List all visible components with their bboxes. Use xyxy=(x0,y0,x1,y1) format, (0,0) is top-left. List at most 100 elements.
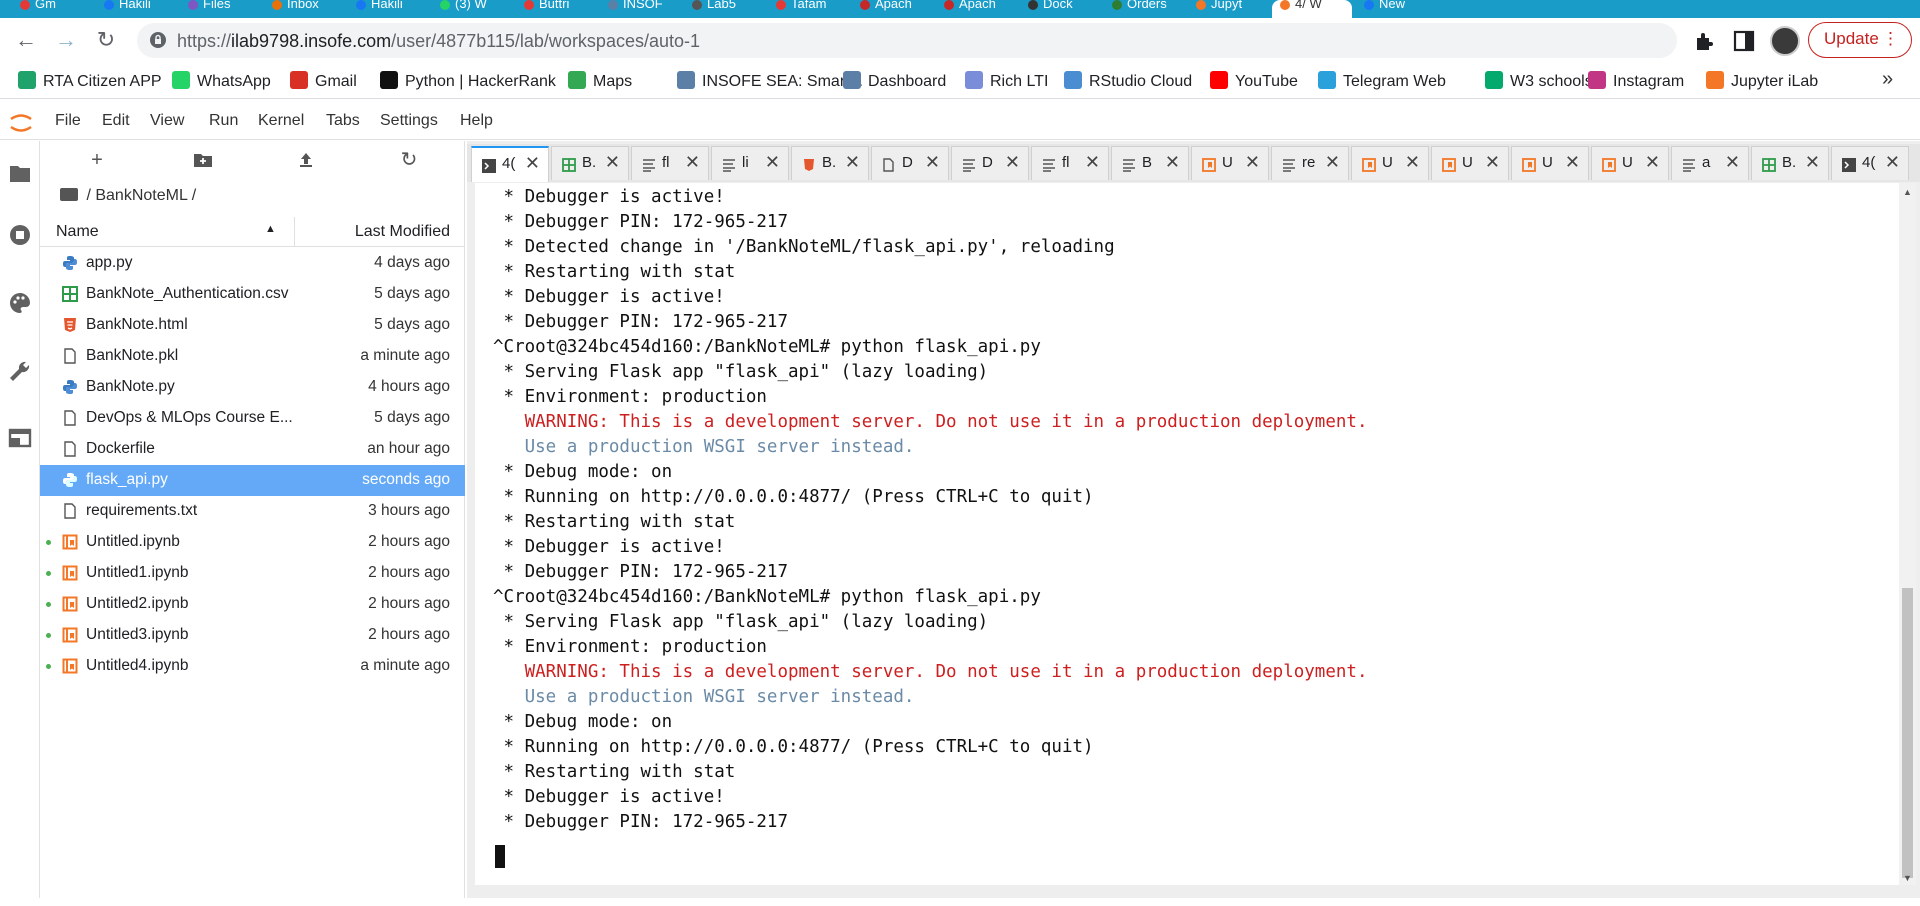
browser-tab[interactable]: Apach xyxy=(852,0,932,18)
palette-icon[interactable] xyxy=(8,291,32,315)
document-tab[interactable]: U ✕ xyxy=(1351,146,1429,180)
more-bookmarks-icon[interactable]: » xyxy=(1882,68,1893,91)
new-launcher-button[interactable]: + xyxy=(86,149,108,171)
document-tab[interactable]: B ✕ xyxy=(1111,146,1189,180)
close-icon[interactable]: ✕ xyxy=(1565,152,1580,173)
back-button[interactable]: ← xyxy=(12,26,40,54)
document-tab[interactable]: re ✕ xyxy=(1271,146,1349,180)
document-tab[interactable]: B. ✕ xyxy=(791,146,869,180)
browser-tab[interactable]: Buttri xyxy=(516,0,596,18)
document-tab[interactable]: B. ✕ xyxy=(1751,146,1829,180)
last-modified-column-header[interactable]: Last Modified xyxy=(355,223,450,241)
file-row[interactable]: Untitled2.ipynb 2 hours ago xyxy=(40,589,465,620)
bookmark-item[interactable]: Instagram xyxy=(1588,71,1684,91)
close-icon[interactable]: ✕ xyxy=(1245,152,1260,173)
close-icon[interactable]: ✕ xyxy=(845,152,860,173)
close-icon[interactable]: ✕ xyxy=(925,152,940,173)
file-row[interactable]: Untitled4.ipynb a minute ago xyxy=(40,651,465,682)
document-tab[interactable]: U ✕ xyxy=(1191,146,1269,180)
close-icon[interactable]: ✕ xyxy=(1725,152,1740,173)
file-row[interactable]: BankNote.pkl a minute ago xyxy=(40,341,465,372)
bookmark-item[interactable]: Rich LTI xyxy=(965,71,1048,91)
browser-tab[interactable]: Apach xyxy=(936,0,1016,18)
bookmark-item[interactable]: INSOFE SEA: Smart... xyxy=(677,71,863,91)
browser-tab[interactable]: (3) W xyxy=(432,0,512,18)
menu-settings[interactable]: Settings xyxy=(380,112,438,130)
close-icon[interactable]: ✕ xyxy=(765,152,780,173)
file-row[interactable]: BankNote.html 5 days ago xyxy=(40,310,465,341)
extensions-icon[interactable] xyxy=(1693,29,1717,53)
browser-tab[interactable]: Dock xyxy=(1020,0,1100,18)
bookmark-item[interactable]: RStudio Cloud xyxy=(1064,71,1192,91)
browser-tab[interactable]: Files xyxy=(180,0,260,18)
document-tab[interactable]: B. ✕ xyxy=(551,146,629,180)
close-icon[interactable]: ✕ xyxy=(1085,152,1100,173)
name-column-header[interactable]: Name xyxy=(56,223,99,241)
menu-file[interactable]: File xyxy=(55,112,81,130)
close-icon[interactable]: ✕ xyxy=(685,152,700,173)
menu-tabs[interactable]: Tabs xyxy=(326,112,360,130)
file-row[interactable]: flask_api.py seconds ago xyxy=(40,465,465,496)
browser-tab[interactable]: Gm xyxy=(12,0,92,18)
browser-tab[interactable]: Lab5 xyxy=(684,0,764,18)
document-tab[interactable]: li ✕ xyxy=(711,146,789,180)
bookmark-item[interactable]: YouTube xyxy=(1210,71,1298,91)
update-button[interactable]: Update ⋮ xyxy=(1808,22,1912,58)
bookmark-item[interactable]: Python | HackerRank xyxy=(380,71,556,91)
close-icon[interactable]: ✕ xyxy=(605,152,620,173)
document-tab[interactable]: 4(✕ xyxy=(471,146,549,182)
tabs-panel-icon[interactable] xyxy=(8,426,32,450)
browser-tab[interactable]: Orders xyxy=(1104,0,1184,18)
close-icon[interactable]: ✕ xyxy=(1325,152,1340,173)
document-tab[interactable]: U ✕ xyxy=(1511,146,1589,180)
profile-avatar[interactable] xyxy=(1770,26,1800,56)
close-icon[interactable]: ✕ xyxy=(1885,152,1900,173)
file-row[interactable]: DevOps & MLOps Course E... 5 days ago xyxy=(40,403,465,434)
browser-tab[interactable]: 4/ W xyxy=(1272,0,1352,18)
browser-tab[interactable]: New xyxy=(1356,0,1436,18)
file-browser-icon[interactable] xyxy=(8,161,32,185)
new-folder-icon[interactable] xyxy=(192,149,214,171)
close-icon[interactable]: ✕ xyxy=(525,153,540,174)
document-tab[interactable]: U ✕ xyxy=(1591,146,1669,180)
file-row[interactable]: Dockerfile an hour ago xyxy=(40,434,465,465)
browser-tab[interactable]: INSOF xyxy=(600,0,680,18)
close-icon[interactable]: ✕ xyxy=(1805,152,1820,173)
menu-edit[interactable]: Edit xyxy=(102,112,130,130)
address-bar[interactable]: https://ilab9798.insofe.com/user/4877b11… xyxy=(137,23,1677,58)
document-tab[interactable]: U ✕ xyxy=(1431,146,1509,180)
bookmark-item[interactable]: Gmail xyxy=(290,71,357,91)
close-icon[interactable]: ✕ xyxy=(1165,152,1180,173)
forward-button[interactable]: → xyxy=(52,26,80,54)
reload-button[interactable]: ↻ xyxy=(92,26,120,54)
menu-kernel[interactable]: Kernel xyxy=(258,112,304,130)
menu-help[interactable]: Help xyxy=(460,112,493,130)
document-tab[interactable]: D ✕ xyxy=(871,146,949,180)
wrench-icon[interactable] xyxy=(8,359,32,383)
document-tab[interactable]: fl ✕ xyxy=(631,146,709,180)
browser-tab[interactable]: Inbox xyxy=(264,0,344,18)
upload-icon[interactable] xyxy=(295,149,317,171)
document-tab[interactable]: a ✕ xyxy=(1671,146,1749,180)
bookmark-item[interactable]: Dashboard xyxy=(843,71,946,91)
bookmark-item[interactable]: Maps xyxy=(568,71,632,91)
bookmark-item[interactable]: Jupyter iLab xyxy=(1706,71,1818,91)
file-row[interactable]: BankNote_Authentication.csv 5 days ago xyxy=(40,279,465,310)
side-panel-icon[interactable] xyxy=(1732,29,1756,53)
browser-tab[interactable]: Hakili xyxy=(348,0,428,18)
menu-view[interactable]: View xyxy=(150,112,184,130)
terminal-scrollbar[interactable]: ▲ ▼ xyxy=(1899,183,1916,885)
close-icon[interactable]: ✕ xyxy=(1005,152,1020,173)
file-row[interactable]: Untitled3.ipynb 2 hours ago xyxy=(40,620,465,651)
file-row[interactable]: Untitled.ipynb 2 hours ago xyxy=(40,527,465,558)
bookmark-item[interactable]: RTA Citizen APP xyxy=(18,71,162,91)
document-tab[interactable]: 4(✕ xyxy=(1831,146,1909,180)
browser-tab[interactable]: Hakili xyxy=(96,0,176,18)
bookmark-item[interactable]: Telegram Web xyxy=(1318,71,1446,91)
close-icon[interactable]: ✕ xyxy=(1645,152,1660,173)
refresh-icon[interactable]: ↻ xyxy=(398,149,420,171)
scrollbar-thumb[interactable] xyxy=(1902,588,1913,878)
file-row[interactable]: Untitled1.ipynb 2 hours ago xyxy=(40,558,465,589)
document-tab[interactable]: fl ✕ xyxy=(1031,146,1109,180)
document-tab[interactable]: D ✕ xyxy=(951,146,1029,180)
